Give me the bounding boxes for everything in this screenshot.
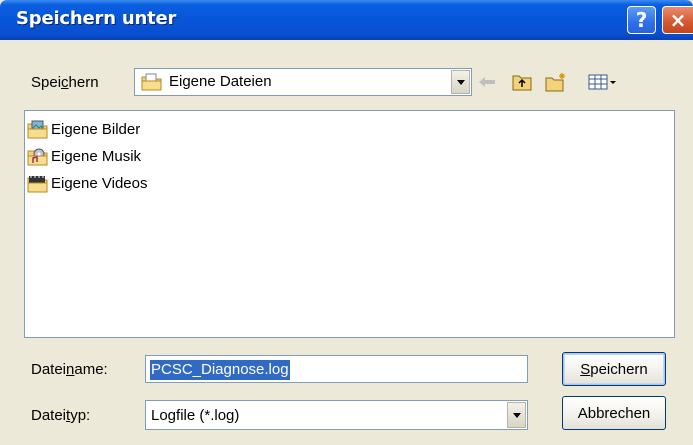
new-folder-icon[interactable] [544,71,568,93]
filename-label: Dateiname: [31,361,108,378]
help-button[interactable]: ? [627,6,656,34]
pictures-folder-icon [27,119,49,139]
filetype-select[interactable]: Logfile (*.log) [145,400,528,430]
close-icon: × [669,8,687,32]
close-button[interactable]: × [662,6,693,34]
save-button[interactable]: Speichern [562,352,666,386]
views-menu-icon[interactable] [586,71,620,93]
list-item-label: Eigene Bilder [51,120,141,138]
music-folder-icon [27,146,49,166]
videos-folder-icon [27,173,49,193]
save-in-value: Eigene Dateien [169,73,272,90]
list-item-label: Eigene Videos [51,174,148,192]
cancel-button-label: Abbrechen [577,404,651,422]
window-title: Speichern unter [16,8,177,29]
list-item-label: Eigene Musik [51,147,142,165]
filename-value: PCSC_Diagnose.log [150,360,290,380]
file-list[interactable]: Eigene Bilder Eigene Musik Eigene Videos [24,110,675,338]
list-item[interactable]: Eigene Bilder [27,117,140,141]
up-folder-icon[interactable] [511,71,533,93]
save-in-label: Speichern [31,74,99,91]
list-item[interactable]: Eigene Musik [27,144,141,168]
my-documents-icon [141,73,163,91]
filetype-value: Logfile (*.log) [151,407,240,424]
list-item[interactable]: Eigene Videos [27,171,147,195]
save-in-combo[interactable]: Eigene Dateien [134,68,472,96]
chevron-down-icon[interactable] [507,402,526,428]
back-arrow-icon[interactable] [477,71,497,93]
cancel-button[interactable]: Abbrechen [562,396,666,430]
chevron-down-icon[interactable] [451,70,470,94]
filetype-label: Dateityp: [31,407,91,424]
title-bar[interactable]: Speichern unter ? × [0,0,693,40]
filename-field[interactable]: PCSC_Diagnose.log [145,355,528,383]
save-button-label: Speichern [580,360,648,378]
help-icon: ? [635,8,648,32]
